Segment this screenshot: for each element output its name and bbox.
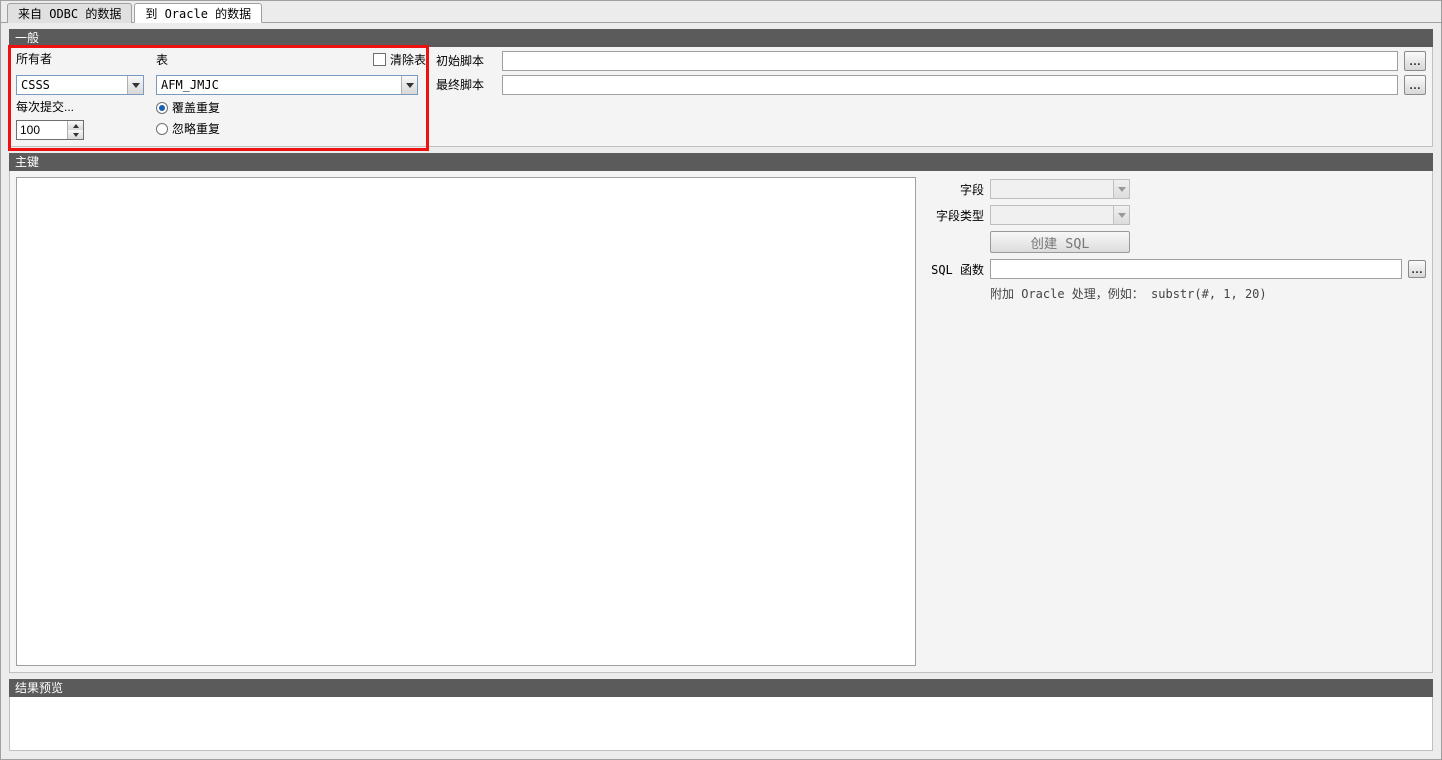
section-result-preview-header: 结果预览 [9, 679, 1433, 697]
tab-to-oracle[interactable]: 到 Oracle 的数据 [134, 3, 262, 23]
advanced-panel: 字段 字段类型 创建 SQL SQL 函数 … [9, 171, 1433, 673]
owner-dropdown[interactable]: CSSS [16, 75, 144, 95]
final-script-input[interactable] [502, 75, 1398, 95]
field-type-dropdown[interactable] [990, 205, 1130, 225]
main-textarea[interactable] [16, 177, 916, 666]
section-general-header: 一般 [9, 29, 1433, 47]
dup-ignore-label: 忽略重复 [172, 120, 220, 137]
dup-overwrite-label: 覆盖重复 [172, 99, 220, 116]
initial-script-label: 初始脚本 [436, 53, 496, 69]
initial-script-input[interactable] [502, 51, 1398, 71]
clear-table-label: 清除表 [390, 51, 426, 68]
initial-script-browse-button[interactable]: … [1404, 51, 1426, 71]
sql-func-browse-button[interactable]: … [1408, 260, 1426, 278]
chevron-down-icon [401, 76, 417, 94]
sql-func-label: SQL 函数 [926, 261, 984, 278]
tab-bar: 来自 ODBC 的数据 到 Oracle 的数据 [1, 1, 1441, 23]
field-label: 字段 [926, 181, 984, 198]
table-label: 表 [156, 52, 168, 68]
spinner-up-icon[interactable] [68, 121, 83, 130]
sql-func-input[interactable] [990, 259, 1402, 279]
final-script-label: 最终脚本 [436, 77, 496, 93]
general-panel: 所有者 表 清除表 初始脚本 … CSSS [9, 47, 1433, 147]
right-pane: 字段 字段类型 创建 SQL SQL 函数 … [926, 177, 1426, 666]
commit-label: 每次提交... [16, 99, 156, 115]
sql-func-hint: 附加 Oracle 处理，例如： substr(#, 1, 20) [990, 285, 1426, 302]
table-value: AFM_JMJC [157, 76, 401, 94]
dup-ignore-radio[interactable]: 忽略重复 [156, 120, 220, 137]
final-script-browse-button[interactable]: … [1404, 75, 1426, 95]
commit-spinner[interactable] [16, 120, 84, 140]
chevron-down-icon [127, 76, 143, 94]
field-type-label: 字段类型 [926, 207, 984, 224]
owner-value: CSSS [17, 76, 127, 94]
clear-table-checkbox[interactable] [373, 53, 386, 66]
chevron-down-icon [1113, 206, 1129, 224]
field-dropdown[interactable] [990, 179, 1130, 199]
spinner-down-icon[interactable] [68, 130, 83, 139]
chevron-down-icon [1113, 180, 1129, 198]
section-advanced-header: 主键 [9, 153, 1433, 171]
owner-label: 所有者 [16, 51, 156, 67]
commit-value-input[interactable] [17, 121, 67, 139]
dup-overwrite-radio[interactable]: 覆盖重复 [156, 99, 220, 116]
result-preview-area [9, 697, 1433, 751]
tab-from-odbc[interactable]: 来自 ODBC 的数据 [7, 3, 132, 23]
table-dropdown[interactable]: AFM_JMJC [156, 75, 418, 95]
create-sql-button[interactable]: 创建 SQL [990, 231, 1130, 253]
